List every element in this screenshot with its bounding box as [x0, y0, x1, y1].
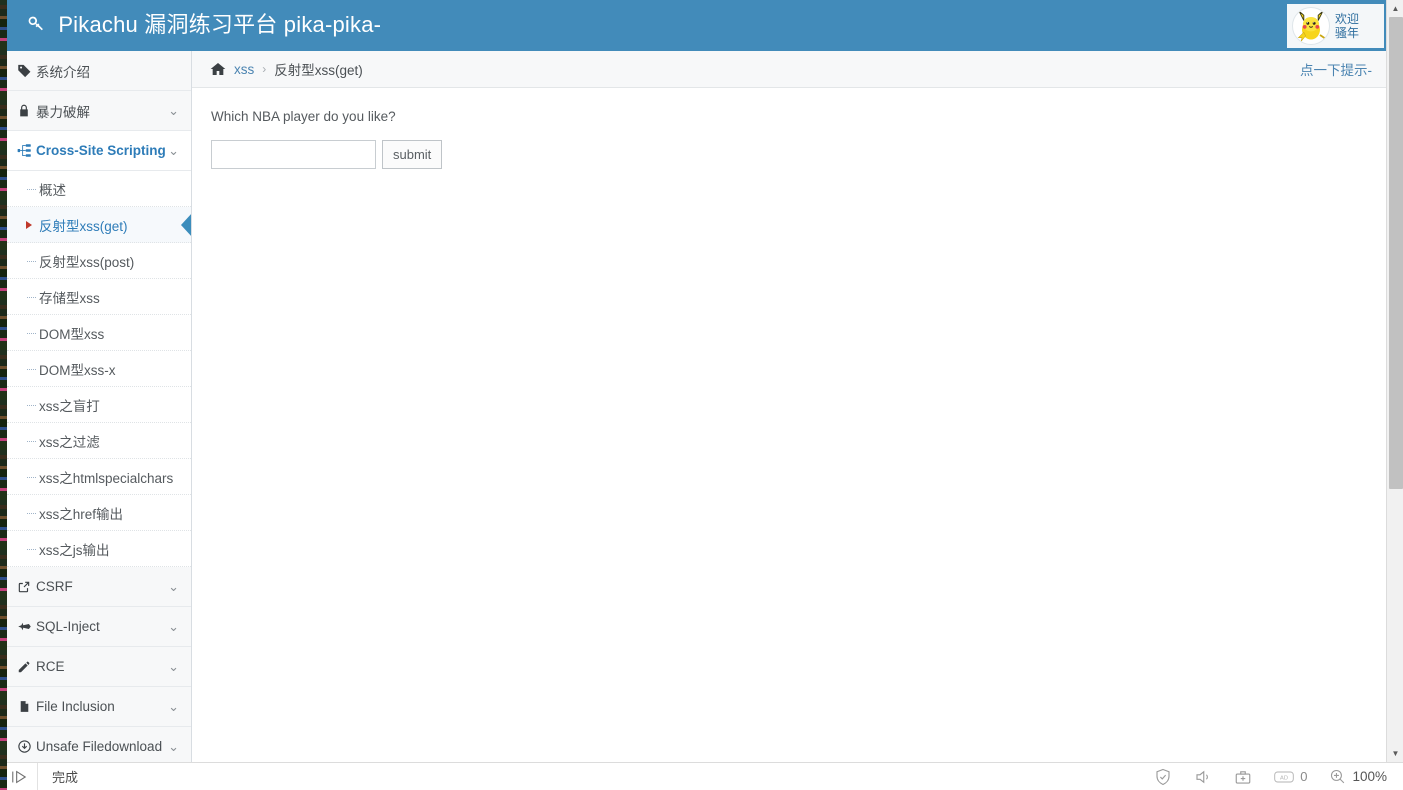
sidebar-subitem-js[interactable]: xss之js输出: [7, 531, 191, 567]
chevron-down-icon: ⌄: [168, 739, 179, 754]
external-link-icon: [15, 580, 33, 594]
chevron-down-icon: ⌄: [168, 699, 179, 714]
zoom-level-text: 100%: [1352, 769, 1387, 784]
speaker-icon[interactable]: [1194, 768, 1212, 786]
sidebar-subitem-label: DOM型xss: [39, 326, 105, 342]
search-input[interactable]: [211, 140, 376, 169]
breadcrumb: xss › 反射型xss(get) 点一下提示-: [192, 51, 1386, 88]
sidebar-item-file-inclusion[interactable]: File Inclusion ⌄: [7, 687, 191, 727]
page-title: Pikachu 漏洞练习平台 pika-pika-: [58, 12, 382, 37]
active-pointer-triangle: [181, 212, 191, 237]
sidebar-item-xss[interactable]: Cross-Site Scripting ⌄: [7, 131, 191, 171]
status-bar-left: 完成: [0, 763, 78, 790]
plane-icon: [15, 619, 33, 634]
sidebar-nav: 系统介绍 暴力破解 ⌄ Cross-Site Scripting ⌄ 概述 反射…: [7, 51, 191, 762]
sidebar-subitem-reflected-get[interactable]: 反射型xss(get): [7, 207, 191, 243]
sidebar-subitem-label: xss之href输出: [39, 506, 124, 522]
welcome-text: 欢迎 骚年: [1335, 12, 1359, 40]
page-header: Pikachu 漏洞练习平台 pika-pika- 欢迎 骚年: [7, 0, 1386, 51]
sitemap-icon: [15, 143, 33, 158]
lock-icon: [15, 103, 33, 118]
scroll-down-arrow-icon[interactable]: ▼: [1387, 745, 1403, 762]
sidebar-subitem-label: xss之过滤: [39, 434, 100, 450]
sidebar-subitem-filter[interactable]: xss之过滤: [7, 423, 191, 459]
sidebar-subitem-label: xss之js输出: [39, 542, 110, 558]
breadcrumb-separator: ›: [262, 62, 267, 76]
status-text: 完成: [52, 770, 79, 785]
sidebar-subitem-reflected-post[interactable]: 反射型xss(post): [7, 243, 191, 279]
sidebar-item-label: 系统介绍: [36, 64, 90, 80]
pikachu-avatar: [1292, 7, 1330, 45]
welcome-line-1: 欢迎: [1335, 12, 1360, 26]
ad-block-counter[interactable]: AD 0: [1274, 769, 1307, 784]
sidebar: 系统介绍 暴力破解 ⌄ Cross-Site Scripting ⌄ 概述 反射…: [7, 51, 192, 762]
question-text: Which NBA player do you like?: [211, 109, 396, 124]
sidebar-subitem-href[interactable]: xss之href输出: [7, 495, 191, 531]
sidebar-subitem-label: 存储型xss: [39, 290, 100, 306]
sidebar-item-csrf[interactable]: CSRF ⌄: [7, 567, 191, 607]
key-icon: [26, 11, 46, 43]
zoom-level-control[interactable]: 100%: [1329, 768, 1387, 785]
xss-form: submit: [211, 140, 1386, 169]
sidebar-subitem-label: xss之htmlspecialchars: [39, 470, 174, 486]
vertical-scrollbar[interactable]: ▲ ▼: [1386, 0, 1403, 762]
background-window-sliver: [0, 0, 7, 790]
sidebar-subitem-label: xss之盲打: [39, 398, 100, 414]
hint-link[interactable]: 点一下提示-: [1300, 59, 1372, 79]
sidebar-item-label: File Inclusion: [36, 699, 115, 714]
sidebar-item-label: Cross-Site Scripting: [36, 143, 166, 158]
sidebar-subitem-stored[interactable]: 存储型xss: [7, 279, 191, 315]
sidebar-subitem-dom-x[interactable]: DOM型xss-x: [7, 351, 191, 387]
scrollbar-thumb[interactable]: [1389, 17, 1403, 489]
breadcrumb-current: 反射型xss(get): [274, 63, 363, 78]
chevron-down-icon: ⌄: [168, 143, 179, 158]
browser-window: Pikachu 漏洞练习平台 pika-pika- 欢迎 骚年 系统介绍 暴力破…: [0, 0, 1403, 790]
sidebar-subitem-dom[interactable]: DOM型xss: [7, 315, 191, 351]
file-icon: [15, 699, 33, 714]
sidebar-item-sql-inject[interactable]: SQL-Inject ⌄: [7, 607, 191, 647]
sidebar-submenu-xss: 概述 反射型xss(get) 反射型xss(post) 存储型xss DOM型x…: [7, 171, 191, 567]
sidebar-subitem-blind[interactable]: xss之盲打: [7, 387, 191, 423]
sidebar-subitem-label: 概述: [39, 182, 66, 198]
chevron-down-icon: ⌄: [168, 579, 179, 594]
sidebar-item-unsafe-filedownload[interactable]: Unsafe Filedownload ⌄: [7, 727, 191, 762]
chevron-down-icon: ⌄: [168, 619, 179, 634]
svg-text:AD: AD: [1280, 775, 1288, 781]
toolbox-plus-icon[interactable]: [1234, 768, 1252, 786]
sidebar-item-label: Unsafe Filedownload: [36, 739, 163, 754]
sidebar-item-label: RCE: [36, 659, 65, 674]
sidebar-subitem-htmlspecialchars[interactable]: xss之htmlspecialchars: [7, 459, 191, 495]
chevron-down-icon: ⌄: [168, 659, 179, 674]
download-circle-icon: [15, 739, 33, 754]
sidebar-subitem-label: DOM型xss-x: [39, 362, 116, 378]
sidebar-item-label: 暴力破解: [36, 104, 90, 120]
main-content: xss › 反射型xss(get) 点一下提示- Which NBA playe…: [192, 51, 1386, 762]
sidebar-subitem-label: 反射型xss(get): [39, 218, 128, 234]
shield-check-icon[interactable]: [1154, 768, 1172, 786]
status-bar: 完成 AD 0 100%: [0, 762, 1403, 790]
ad-block-count: 0: [1300, 769, 1308, 784]
breadcrumb-link-xss[interactable]: xss: [234, 62, 254, 77]
submit-button[interactable]: submit: [382, 140, 443, 169]
status-bar-right: AD 0 100%: [1154, 768, 1403, 786]
brand-title-wrap: Pikachu 漏洞练习平台 pika-pika-: [26, 9, 381, 43]
sidebar-subitem-overview[interactable]: 概述: [7, 171, 191, 207]
scroll-up-arrow-icon[interactable]: ▲: [1387, 0, 1403, 17]
user-welcome-box[interactable]: 欢迎 骚年: [1287, 4, 1384, 48]
sidebar-item-intro[interactable]: 系统介绍: [7, 51, 191, 91]
challenge-panel: Which NBA player do you like? submit: [192, 88, 1386, 169]
welcome-line-2: 骚年: [1335, 26, 1360, 40]
sidebar-subitem-label: 反射型xss(post): [39, 254, 135, 270]
pencil-icon: [15, 660, 33, 674]
home-icon[interactable]: [210, 61, 226, 77]
sidebar-item-bruteforce[interactable]: 暴力破解 ⌄: [7, 91, 191, 131]
chevron-down-icon: ⌄: [168, 103, 179, 118]
tag-icon: [15, 63, 33, 78]
sidebar-item-rce[interactable]: RCE ⌄: [7, 647, 191, 687]
sidebar-item-label: SQL-Inject: [36, 619, 100, 634]
sidebar-item-label: CSRF: [36, 579, 73, 594]
